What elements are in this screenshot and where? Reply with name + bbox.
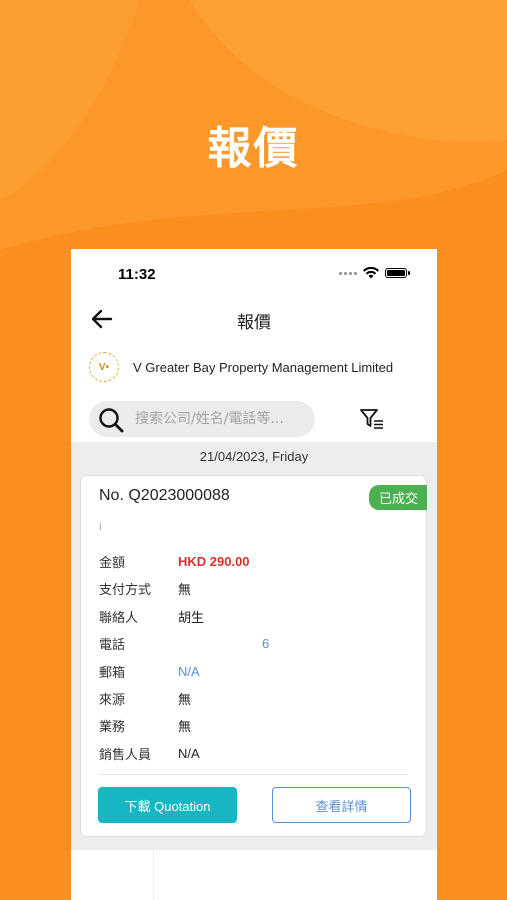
field-label: 金額	[99, 555, 126, 571]
search-row	[89, 399, 429, 439]
field-value: 無	[178, 718, 192, 734]
battery-icon	[385, 268, 410, 278]
card-subtitle: i	[99, 519, 102, 533]
field-contact: 聯絡人 胡生	[99, 606, 204, 626]
field-label: 來源	[99, 692, 126, 708]
wifi-icon	[363, 267, 379, 279]
signal-icon	[339, 271, 357, 275]
field-value: 無	[178, 581, 192, 597]
nav-title: 報價	[237, 313, 271, 333]
field-value: N/A	[178, 745, 200, 761]
phone-value[interactable]: 6	[262, 636, 269, 651]
amount-value: HKD 290.00	[178, 553, 250, 569]
field-label: 業務	[99, 719, 126, 735]
field-value: 胡生	[178, 609, 205, 625]
nav-bar: 報價	[71, 299, 437, 339]
status-badge: 已成交	[368, 485, 427, 510]
search-box[interactable]	[89, 401, 315, 437]
hero-title: 報價	[207, 123, 300, 174]
bottom-area	[71, 850, 437, 900]
search-input[interactable]	[135, 401, 305, 437]
company-logo: V•	[89, 352, 119, 382]
field-value: 無	[178, 691, 192, 707]
field-label: 郵箱	[99, 665, 126, 681]
field-label: 支付方式	[99, 582, 152, 598]
field-label: 銷售人員	[99, 747, 152, 763]
status-icons	[339, 267, 410, 279]
bottom-divider	[153, 850, 154, 900]
field-label: 電話	[99, 637, 126, 653]
email-value[interactable]: N/A	[178, 664, 200, 679]
status-bar: 11:32	[71, 249, 437, 299]
field-label: 聯絡人	[99, 610, 139, 626]
company-row[interactable]: V• V Greater Bay Property Management Lim…	[89, 349, 429, 385]
field-phone: 電話 6	[99, 633, 269, 653]
field-email: 郵箱 N/A	[99, 661, 200, 681]
download-quotation-button[interactable]: 下載 Quotation	[98, 787, 237, 823]
quotation-number: No. Q2023000088	[99, 487, 230, 504]
phone-screen: 11:32 報價 V• V Greater Bay Property Manag…	[71, 249, 437, 900]
field-source: 來源 無	[99, 688, 191, 708]
view-details-button[interactable]: 查看詳情	[272, 787, 411, 823]
field-salesperson: 銷售人員 N/A	[99, 743, 200, 763]
date-header: 21/04/2023, Friday	[199, 449, 309, 464]
field-business: 業務 無	[99, 715, 191, 735]
quotation-list: 21/04/2023, Friday No. Q2023000088 已成交 i…	[71, 442, 437, 850]
status-time: 11:32	[118, 266, 156, 283]
field-payment-method: 支付方式 無	[99, 578, 191, 598]
quotation-card[interactable]: No. Q2023000088 已成交 i 金額 HKD 290.00 支付方式…	[80, 475, 427, 837]
filter-icon[interactable]	[359, 407, 385, 431]
card-divider	[99, 774, 408, 775]
company-name: V Greater Bay Property Management Limite…	[133, 359, 394, 375]
search-icon	[99, 408, 124, 433]
field-amount: 金額 HKD 290.00	[99, 551, 250, 571]
